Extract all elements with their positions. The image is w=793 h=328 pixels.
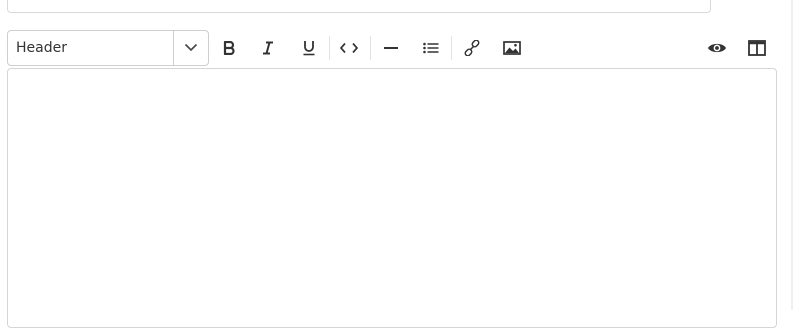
toolbar-separator [329, 36, 330, 60]
horizontal-rule-button[interactable] [375, 30, 407, 66]
split-view-button[interactable] [741, 30, 773, 66]
dropdown-toggle[interactable] [173, 31, 208, 65]
columns-icon [748, 40, 766, 56]
toolbar-separator [370, 36, 371, 60]
italic-button[interactable] [252, 30, 284, 66]
code-button[interactable] [333, 30, 365, 66]
chevron-down-icon [184, 39, 198, 57]
underline-icon [302, 40, 316, 56]
bold-button[interactable] [213, 30, 245, 66]
header-style-value: Header [16, 40, 67, 56]
horizontal-rule-icon [383, 46, 399, 50]
list-icon [423, 42, 439, 54]
code-icon [340, 42, 358, 54]
toolbar-separator [451, 36, 452, 60]
header-style-select[interactable]: Header [7, 30, 209, 66]
bold-icon [223, 41, 235, 55]
bulleted-list-button[interactable] [415, 30, 447, 66]
underline-button[interactable] [293, 30, 325, 66]
preview-button[interactable] [701, 30, 733, 66]
image-icon [503, 41, 521, 55]
image-button[interactable] [496, 30, 528, 66]
markdown-editor-area[interactable] [7, 68, 777, 328]
link-button[interactable] [456, 30, 488, 66]
editor-toolbar: Header [0, 28, 793, 68]
link-icon [464, 40, 480, 56]
text-input-above[interactable] [7, 0, 711, 13]
eye-icon [707, 41, 727, 55]
italic-icon [262, 41, 274, 55]
